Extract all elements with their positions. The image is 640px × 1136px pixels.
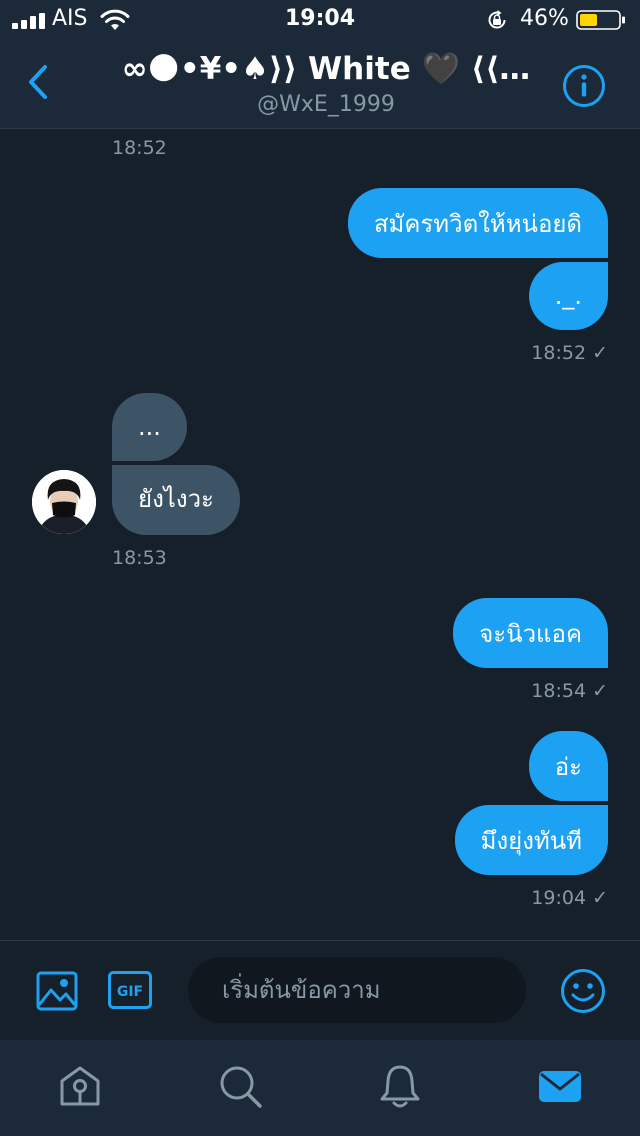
rotation-lock-icon (488, 10, 506, 29)
gif-icon[interactable]: GIF (108, 971, 152, 1009)
avatar-image (32, 470, 96, 534)
message-timestamp: 18:52 (112, 137, 167, 159)
contact-name[interactable]: ∞🌑•¥•♠⟩⟩ White 🖤 ⟨⟨… (96, 50, 556, 87)
outgoing-message[interactable]: สมัครทวิตให้หน่อยดิ (347, 188, 608, 258)
notifications-icon[interactable] (376, 1062, 424, 1110)
conversation-header: ∞🌑•¥•♠⟩⟩ White 🖤 ⟨⟨… @WxE_1999 (0, 40, 640, 129)
message-timestamp: 18:53 (112, 547, 167, 569)
incoming-message[interactable]: ยังไงวะ (112, 465, 240, 535)
search-icon[interactable] (216, 1062, 264, 1110)
status-bar: AIS 19:04 46% (0, 0, 640, 40)
message-input[interactable] (188, 957, 526, 1023)
battery-icon (576, 10, 625, 30)
outgoing-message[interactable]: อ่ะ (528, 731, 608, 801)
back-icon[interactable] (24, 62, 54, 102)
message-composer: GIF (0, 940, 640, 1041)
outgoing-message[interactable]: มึงยุ่งทันที (454, 805, 608, 875)
messages-icon[interactable] (536, 1062, 584, 1110)
tab-bar (0, 1040, 640, 1136)
gif-label: GIF (117, 984, 143, 1000)
message-timestamp: 18:54 ✓ (531, 680, 608, 702)
battery-percentage: 46% (520, 6, 569, 31)
image-icon[interactable] (36, 971, 78, 1011)
incoming-message[interactable]: ... (112, 393, 187, 461)
emoji-icon[interactable] (560, 968, 606, 1014)
outgoing-message[interactable]: ._. (528, 262, 608, 330)
message-timestamp: 18:52 ✓ (531, 342, 608, 364)
contact-handle: @WxE_1999 (257, 92, 395, 117)
contact-avatar[interactable] (32, 470, 96, 534)
home-icon[interactable] (56, 1062, 104, 1110)
info-icon[interactable] (562, 64, 606, 108)
outgoing-message[interactable]: จะนิวแอค (453, 598, 608, 668)
message-timestamp: 19:04 ✓ (531, 887, 608, 909)
